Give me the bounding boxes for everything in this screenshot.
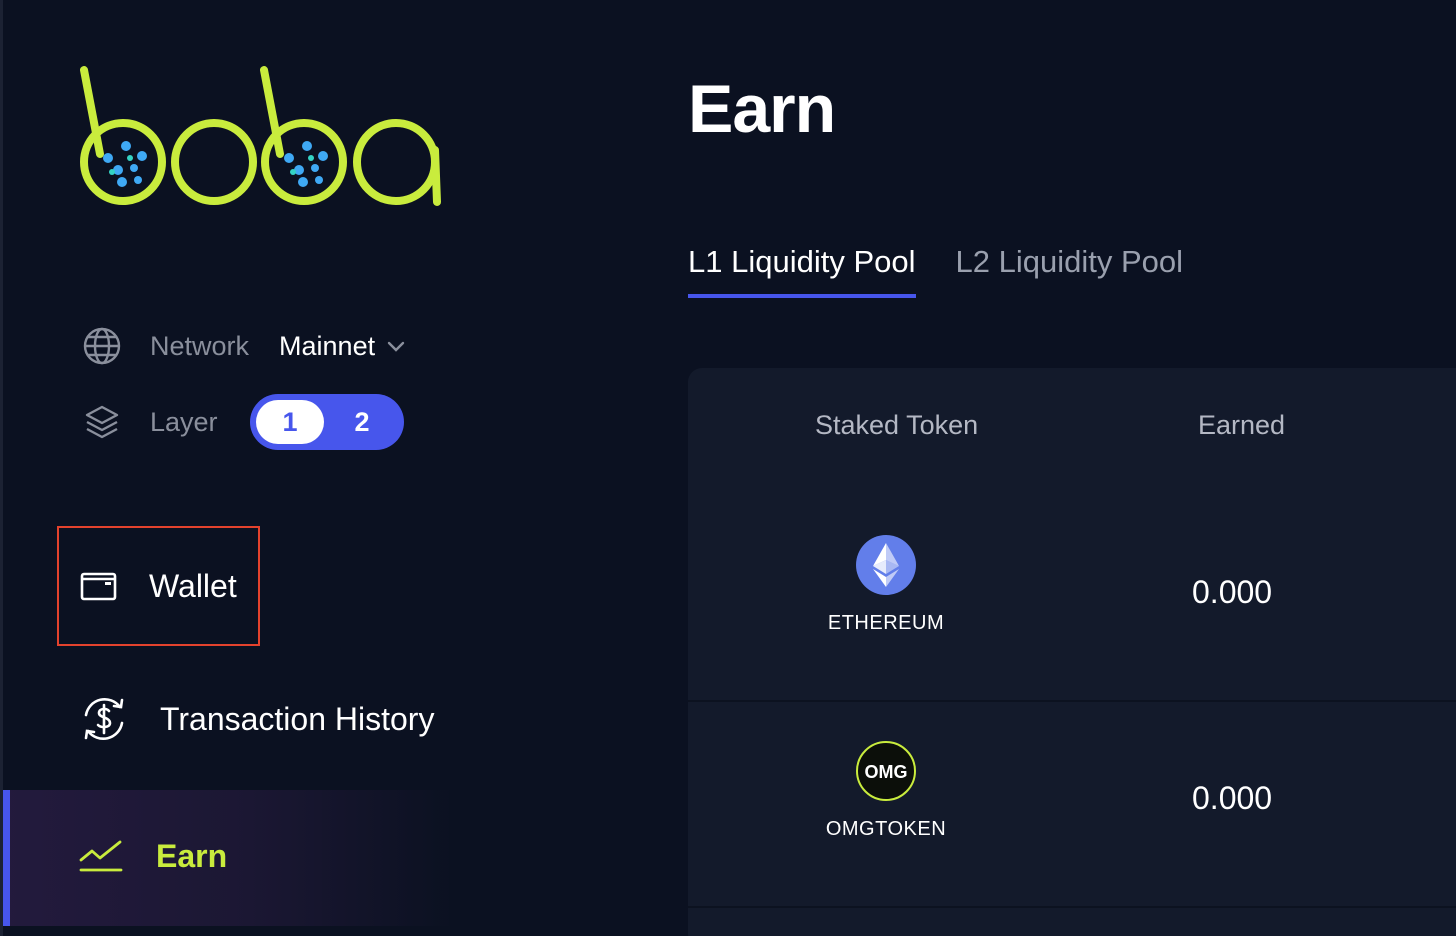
network-selector[interactable]: Network Mainnet [82,322,407,370]
token-cell: ETHEREUM [806,534,966,635]
layer-selector: Layer 1 2 [82,394,404,450]
boba-logo [80,66,441,206]
ethereum-icon [856,535,916,595]
chart-line-icon [79,840,123,872]
layer-toggle[interactable]: 1 2 [250,394,404,450]
column-header-staked-token: Staked Token [815,410,979,440]
chevron-down-icon[interactable] [385,335,407,357]
earned-value: 0.000 [1192,574,1273,610]
network-value[interactable]: Mainnet [279,331,375,362]
app-page: Network Mainnet Layer 1 2 Wallet Transac… [0,0,1456,936]
sidebar-item-wallet[interactable]: Wallet [57,526,260,646]
layer-1-option[interactable]: 1 [256,400,324,444]
layer-label: Layer [150,406,218,437]
tab-l1-liquidity-pool[interactable]: L1 Liquidity Pool [688,244,916,298]
active-indicator [3,790,10,926]
token-cell: OMG OMGTOKEN [806,740,966,841]
omg-icon-text: OMG [865,762,908,782]
tab-l2-liquidity-pool[interactable]: L2 Liquidity Pool [956,244,1184,298]
sidebar-item-transaction-history[interactable]: Transaction History [78,690,434,748]
sidebar-item-label: Transaction History [160,700,435,737]
pool-table: Staked Token Earned ETHEREUM 0.000 OMG O… [688,368,1456,936]
network-label: Network [150,330,250,361]
page-title: Earn [688,71,836,147]
sidebar-item-label: Earn [156,837,228,874]
sidebar-item-label: Wallet [149,567,237,604]
earned-value: 0.000 [1192,780,1273,816]
table-row[interactable]: OMG OMGTOKEN 0.000 [688,700,1456,908]
table-row[interactable]: ETHEREUM 0.000 [688,494,1456,702]
sidebar-item-earn-highlight [3,790,453,926]
layers-icon [85,405,119,439]
column-header-earned: Earned [1198,410,1286,440]
wallet-icon [80,572,117,601]
omg-icon: OMG [856,741,916,801]
pool-tabs: L1 Liquidity Pool L2 Liquidity Pool [688,244,1183,298]
token-name: ETHEREUM [827,612,945,634]
token-name: OMGTOKEN [825,818,947,840]
globe-icon [83,327,121,365]
transaction-history-icon [84,697,124,741]
sidebar-item-earn[interactable]: Earn [78,832,227,880]
layer-2-option[interactable]: 2 [328,400,396,444]
